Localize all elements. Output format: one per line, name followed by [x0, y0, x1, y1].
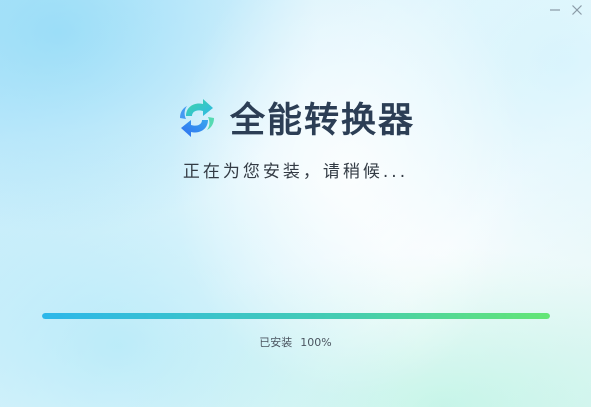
app-title: 全能转换器	[229, 101, 415, 141]
app-logo-icon	[179, 98, 214, 137]
close-icon	[572, 5, 582, 15]
install-progress-fill	[42, 313, 550, 319]
install-status-message: 正在为您安装，请稍候...	[182, 162, 409, 182]
brand-header: 全能转换器	[0, 92, 591, 143]
progress-label: 已安装	[259, 336, 293, 349]
minimize-icon	[550, 9, 560, 11]
install-progress-bar	[42, 313, 550, 319]
progress-percent: 100%	[300, 336, 332, 349]
minimize-button[interactable]	[547, 2, 563, 18]
close-button[interactable]	[569, 2, 585, 18]
window-controls	[547, 2, 585, 18]
installer-window: 全能转换器 正在为您安装，请稍候... 已安装 100%	[0, 0, 591, 407]
progress-status-text: 已安装 100%	[0, 334, 591, 350]
